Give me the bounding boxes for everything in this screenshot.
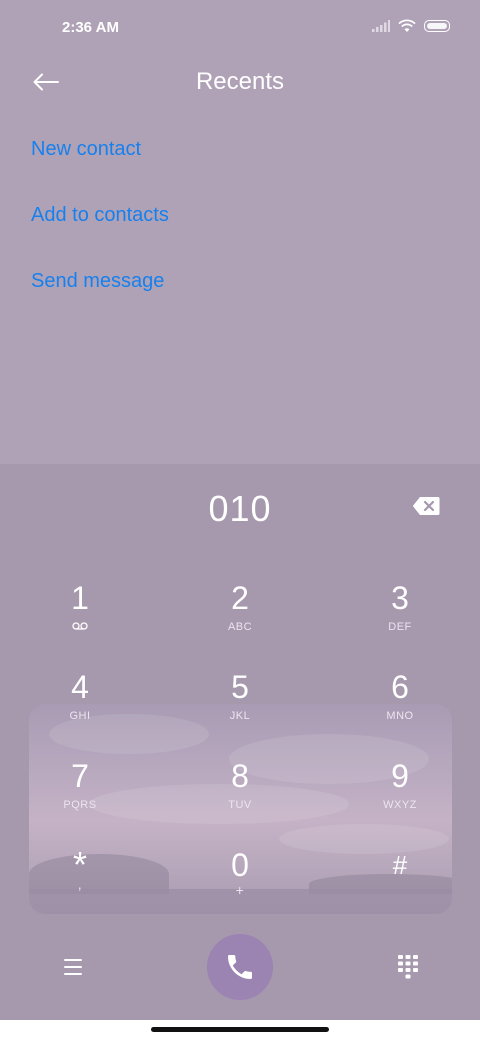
voicemail-icon — [72, 622, 88, 630]
page-title: Recents — [195, 68, 285, 95]
key-star[interactable]: * , — [10, 847, 150, 927]
key-9[interactable]: 9 WXYZ — [330, 758, 470, 838]
header: Recents — [0, 56, 480, 108]
backspace-icon[interactable] — [412, 496, 440, 516]
key-2[interactable]: 2 ABC — [170, 580, 310, 660]
home-indicator[interactable] — [151, 1027, 329, 1032]
phone-icon — [228, 955, 252, 979]
dialed-number: 010 — [208, 488, 272, 529]
bottom-action-bar — [0, 930, 480, 1020]
status-bar: 2:36 AM — [0, 0, 480, 56]
status-icons — [372, 19, 450, 33]
wifi-icon — [398, 19, 416, 32]
key-1[interactable]: 1 — [10, 580, 150, 660]
key-5[interactable]: 5 JKL — [170, 669, 310, 749]
options-list: New contact Add to contacts Send message — [31, 122, 169, 320]
add-to-contacts-link[interactable]: Add to contacts — [31, 188, 169, 254]
key-0[interactable]: 0 + — [170, 847, 310, 927]
key-6[interactable]: 6 MNO — [330, 669, 470, 749]
key-7[interactable]: 7 PQRS — [10, 758, 150, 838]
new-contact-link[interactable]: New contact — [31, 122, 169, 188]
key-4[interactable]: 4 GHI — [10, 669, 150, 749]
call-button[interactable] — [207, 934, 273, 1000]
send-message-link[interactable]: Send message — [31, 254, 169, 320]
dialpad-icon[interactable] — [396, 954, 420, 980]
status-time: 2:36 AM — [62, 19, 119, 36]
battery-icon — [424, 20, 450, 32]
system-nav-bar — [0, 1020, 480, 1040]
key-hash[interactable]: # — [330, 847, 470, 927]
key-8[interactable]: 8 TUV — [170, 758, 310, 838]
signal-icon — [372, 20, 390, 32]
key-3[interactable]: 3 DEF — [330, 580, 470, 660]
hamburger-menu-icon[interactable] — [60, 956, 86, 978]
